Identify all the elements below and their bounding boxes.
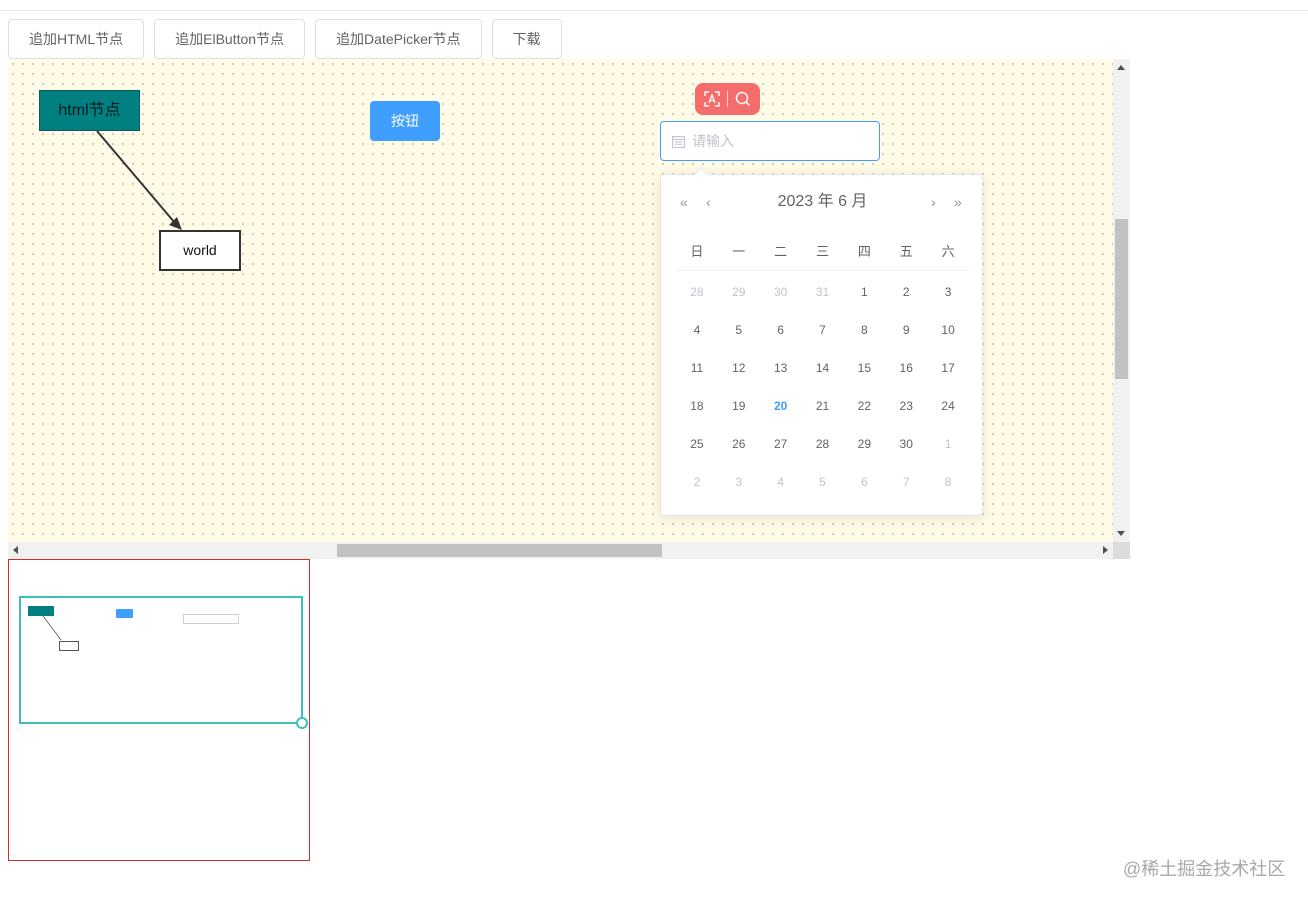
next-month-button[interactable]: › [931, 187, 936, 217]
day-cell[interactable]: 29 [843, 425, 885, 463]
day-cell[interactable]: 18 [676, 387, 718, 425]
day-cell[interactable]: 4 [760, 463, 802, 501]
picker-header: « ‹ 2023 年 6 月 › » [661, 187, 984, 217]
vertical-scroll-thumb[interactable] [1115, 219, 1128, 379]
minimap-resize-handle[interactable] [296, 717, 308, 729]
scroll-left-arrow[interactable] [13, 546, 18, 554]
toolbar-separator [727, 91, 728, 107]
minimap-viewport[interactable] [19, 596, 303, 724]
date-picker-panel: « ‹ 2023 年 6 月 › » 日 一 二 三 四 五 六 28 29 3… [660, 166, 984, 516]
floating-toolbar [695, 83, 760, 115]
day-cell[interactable]: 6 [760, 311, 802, 349]
date-picker-input[interactable]: 请输入 [660, 121, 880, 161]
day-cell[interactable]: 11 [676, 349, 718, 387]
day-cell[interactable]: 27 [760, 425, 802, 463]
horizontal-scrollbar[interactable] [8, 542, 1113, 559]
world-node[interactable]: world [159, 230, 241, 271]
picker-pointer [693, 166, 709, 182]
day-cell[interactable]: 1 [843, 273, 885, 311]
html-node[interactable]: html节点 [39, 90, 140, 131]
day-cell[interactable]: 7 [885, 463, 927, 501]
day-cell[interactable]: 25 [676, 425, 718, 463]
toolbar: 追加HTML节点 追加ElButton节点 追加DatePicker节点 下载 [8, 19, 562, 59]
add-elbutton-node-button[interactable]: 追加ElButton节点 [154, 19, 306, 59]
day-cell[interactable]: 1 [927, 425, 969, 463]
day-cell[interactable]: 31 [802, 273, 844, 311]
day-cell[interactable]: 26 [718, 425, 760, 463]
el-button-node[interactable]: 按钮 [370, 101, 440, 141]
day-cell[interactable]: 23 [885, 387, 927, 425]
add-html-node-button[interactable]: 追加HTML节点 [8, 19, 145, 59]
day-cell[interactable]: 3 [927, 273, 969, 311]
day-cell[interactable]: 16 [885, 349, 927, 387]
day-cell[interactable]: 30 [760, 273, 802, 311]
day-cell[interactable]: 8 [927, 463, 969, 501]
day-cell-today[interactable]: 20 [760, 387, 802, 425]
weekday-label: 日 [690, 244, 704, 259]
weekday-header: 日 一 二 三 四 五 六 [676, 237, 969, 271]
day-cell[interactable]: 7 [802, 311, 844, 349]
minimap[interactable] [8, 559, 310, 861]
weekday-label: 二 [774, 244, 788, 259]
download-button[interactable]: 下载 [491, 19, 562, 59]
date-input-placeholder: 请输入 [692, 133, 734, 149]
day-cell[interactable]: 17 [927, 349, 969, 387]
day-grid: 28 29 30 31 1 2 3 4 5 6 7 8 9 10 11 12 1… [676, 273, 969, 501]
day-cell[interactable]: 13 [760, 349, 802, 387]
horizontal-scroll-thumb[interactable] [337, 544, 662, 557]
day-cell[interactable]: 29 [718, 273, 760, 311]
weekday-label: 三 [815, 244, 829, 259]
graph-canvas[interactable]: html节点 world 按钮 请输入 « ‹ 2023 年 6 月 › » 日… [8, 59, 1113, 542]
scroll-down-arrow[interactable] [1117, 531, 1125, 536]
scroll-right-arrow[interactable] [1103, 546, 1108, 554]
scrollbar-corner [1113, 542, 1130, 559]
day-cell[interactable]: 5 [718, 311, 760, 349]
next-year-button[interactable]: » [954, 187, 962, 217]
day-cell[interactable]: 14 [802, 349, 844, 387]
watermark: @稀土掘金技术社区 [1123, 859, 1286, 879]
vertical-scrollbar[interactable] [1113, 59, 1130, 542]
day-cell[interactable]: 9 [885, 311, 927, 349]
day-cell[interactable]: 6 [843, 463, 885, 501]
day-cell[interactable]: 12 [718, 349, 760, 387]
day-cell[interactable]: 10 [927, 311, 969, 349]
day-cell[interactable]: 21 [802, 387, 844, 425]
weekday-label: 四 [857, 244, 871, 259]
day-cell[interactable]: 15 [843, 349, 885, 387]
day-cell[interactable]: 30 [885, 425, 927, 463]
edge-arrowhead [169, 217, 182, 230]
day-cell[interactable]: 8 [843, 311, 885, 349]
calendar-icon [672, 135, 685, 153]
text-recognition-icon[interactable] [703, 90, 721, 108]
day-cell[interactable]: 4 [676, 311, 718, 349]
day-cell[interactable]: 28 [802, 425, 844, 463]
day-cell[interactable]: 5 [802, 463, 844, 501]
weekday-label: 六 [941, 244, 955, 259]
scroll-up-arrow[interactable] [1117, 65, 1125, 70]
day-cell[interactable]: 28 [676, 273, 718, 311]
day-cell[interactable]: 22 [843, 387, 885, 425]
weekday-label: 一 [732, 244, 746, 259]
day-cell[interactable]: 3 [718, 463, 760, 501]
day-cell[interactable]: 24 [927, 387, 969, 425]
day-cell[interactable]: 19 [718, 387, 760, 425]
add-datepicker-node-button[interactable]: 追加DatePicker节点 [315, 19, 482, 59]
search-icon[interactable] [734, 90, 752, 108]
day-cell[interactable]: 2 [885, 273, 927, 311]
top-divider [0, 10, 1308, 11]
day-cell[interactable]: 2 [676, 463, 718, 501]
weekday-label: 五 [899, 244, 913, 259]
